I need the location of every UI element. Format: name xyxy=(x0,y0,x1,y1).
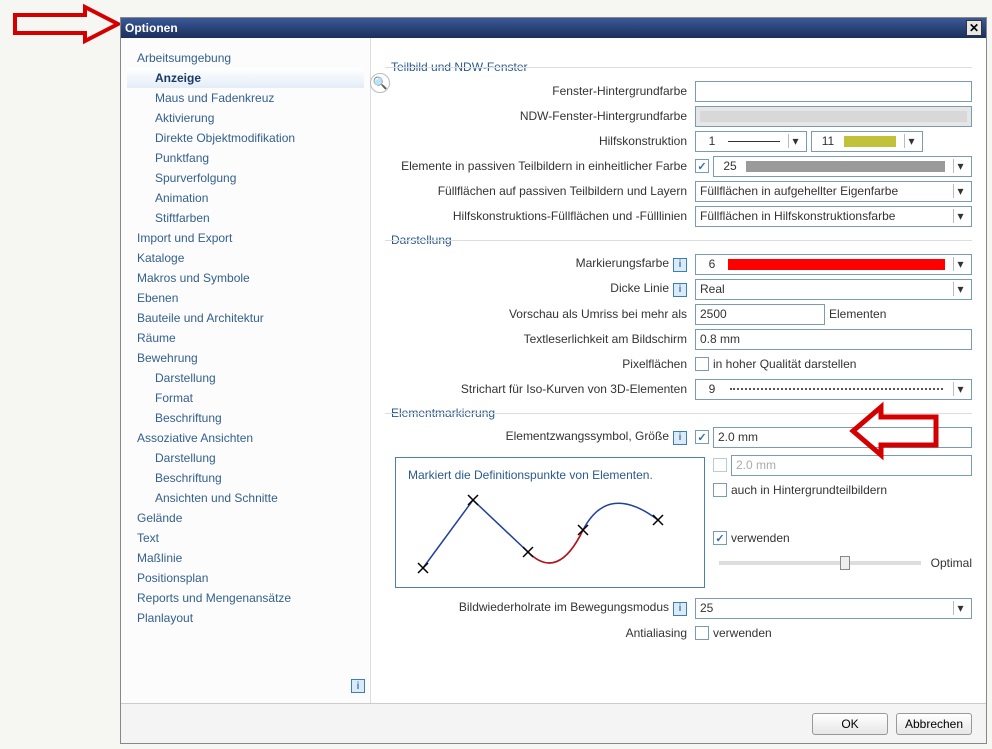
label-strichart: Strichart für Iso-Kurven von 3D-Elemente… xyxy=(395,382,695,396)
sidebar-item[interactable]: Maus und Fadenkreuz xyxy=(127,88,364,108)
sidebar-item[interactable]: Text xyxy=(127,528,364,548)
sidebar-item[interactable]: Gelände xyxy=(127,508,364,528)
ndw-bg-picker[interactable] xyxy=(695,106,972,127)
annotation-arrow-left xyxy=(10,10,120,53)
search-icon[interactable]: 🔍 xyxy=(370,73,390,93)
sidebar-item[interactable]: Direkte Objektmodifikation xyxy=(127,128,364,148)
label-ndw-bg: NDW-Fenster-Hintergrundfarbe xyxy=(395,109,695,123)
button-bar: OK Abbrechen xyxy=(121,703,986,743)
sidebar-item[interactable]: Spurverfolgung xyxy=(127,168,364,188)
sidebar-item[interactable]: Bewehrung xyxy=(127,348,364,368)
label-elementen: Elementen xyxy=(829,307,886,321)
group-teilbild: Teilbild und NDW-Fenster xyxy=(391,60,972,74)
fuell-passive-dropdown[interactable]: Füllflächen in aufgehellter Eigenfarbe▾ xyxy=(695,181,972,202)
label-hinter: auch in Hintergrundteilbildern xyxy=(731,483,887,497)
markierung-dropdown[interactable]: 6▾ xyxy=(695,254,972,275)
label-bildwieder: Bildwiederholrate im Bewegungsmodusi xyxy=(395,600,695,616)
label-ez: Elementzwangssymbol, Größei xyxy=(395,429,695,445)
label-fenster-bg: Fenster-Hintergrundfarbe xyxy=(395,84,695,98)
label-pixel-hq: in hoher Qualität darstellen xyxy=(713,357,856,371)
pixel-hq-checkbox[interactable] xyxy=(695,357,709,371)
info-icon[interactable]: i xyxy=(351,679,365,693)
sidebar-item[interactable]: Punktfang xyxy=(127,148,364,168)
label-hilfs: Hilfskonstruktion xyxy=(395,134,695,148)
close-button[interactable]: ✕ xyxy=(966,20,982,36)
sidebar-item[interactable]: Reports und Mengenansätze xyxy=(127,588,364,608)
info-icon[interactable]: i xyxy=(673,431,687,445)
label-vorschau: Vorschau als Umriss bei mehr als xyxy=(395,307,695,321)
sidebar-item[interactable]: Ansichten und Schnitte xyxy=(127,488,364,508)
dialog-title: Optionen xyxy=(125,21,178,35)
sidebar-item[interactable]: Beschriftung xyxy=(127,408,364,428)
textleser-input[interactable]: 0.8 mm xyxy=(695,329,972,350)
sidebar-item[interactable]: Format xyxy=(127,388,364,408)
titlebar: Optionen ✕ xyxy=(121,18,986,38)
sidebar-item[interactable]: Planlayout xyxy=(127,608,364,628)
annotation-arrow-right xyxy=(851,409,941,467)
strichart-dropdown[interactable]: 9▾ xyxy=(695,379,972,400)
quality-slider[interactable] xyxy=(719,561,921,565)
bildwieder-dropdown[interactable]: 25▾ xyxy=(695,598,972,619)
hilfs-fuell-dropdown[interactable]: Füllflächen in Hilfskonstruktionsfarbe▾ xyxy=(695,206,972,227)
label-markierung: Markierungsfarbei xyxy=(395,256,695,272)
hilfs-color-dropdown[interactable]: 11 ▾ xyxy=(811,131,923,152)
info-icon[interactable]: i xyxy=(673,283,687,297)
dicke-dropdown[interactable]: Real▾ xyxy=(695,279,972,300)
sidebar-item[interactable]: Import und Export xyxy=(127,228,364,248)
sidebar-item[interactable]: Maßlinie xyxy=(127,548,364,568)
tooltip-curve-icon xyxy=(408,490,688,576)
sidebar-item[interactable]: Ebenen xyxy=(127,288,364,308)
sidebar: ArbeitsumgebungAnzeigeMaus und Fadenkreu… xyxy=(121,38,371,703)
antialias-checkbox[interactable] xyxy=(695,626,709,640)
sidebar-item[interactable]: Anzeige xyxy=(127,68,364,88)
cancel-button[interactable]: Abbrechen xyxy=(896,713,972,735)
label-fuell-passive: Füllflächen auf passiven Teilbildern und… xyxy=(395,184,695,198)
label-aa-verwenden: verwenden xyxy=(713,626,772,640)
label-passive: Elemente in passiven Teilbildern in einh… xyxy=(395,159,695,173)
sidebar-item[interactable]: Räume xyxy=(127,328,364,348)
tooltip-box: Markiert die Definitionspunkte von Eleme… xyxy=(395,457,705,588)
sidebar-item[interactable]: Makros und Symbole xyxy=(127,268,364,288)
info-icon[interactable]: i xyxy=(673,602,687,616)
label-hilfs-fuell: Hilfskonstruktions-Füllflächen und -Füll… xyxy=(395,209,695,223)
hinter-checkbox[interactable] xyxy=(713,483,727,497)
vorschau-input[interactable]: 2500 xyxy=(695,304,825,325)
separator: 🔍 xyxy=(371,38,385,703)
passive-color-dropdown[interactable]: 25 ▾ xyxy=(713,156,972,177)
hilfs-line-dropdown[interactable]: 1 ▾ xyxy=(695,131,807,152)
sidebar-item[interactable]: Bauteile und Architektur xyxy=(127,308,364,328)
tooltip-text: Markiert die Definitionspunkte von Eleme… xyxy=(408,468,692,482)
sidebar-item[interactable]: Darstellung xyxy=(127,368,364,388)
info-icon[interactable]: i xyxy=(673,258,687,272)
sidebar-item[interactable]: Animation xyxy=(127,188,364,208)
label-verwenden: verwenden xyxy=(731,531,790,545)
sidebar-item[interactable]: Stiftfarben xyxy=(127,208,364,228)
group-darstellung: Darstellung xyxy=(391,233,972,247)
label-pixel: Pixelflächen xyxy=(395,357,695,371)
options-dialog: Optionen ✕ ArbeitsumgebungAnzeigeMaus un… xyxy=(120,17,987,744)
label-optimal: Optimal xyxy=(931,556,972,570)
sidebar-item[interactable]: Darstellung xyxy=(127,448,364,468)
ok-button[interactable]: OK xyxy=(812,713,888,735)
sidebar-item[interactable]: Assoziative Ansichten xyxy=(127,428,364,448)
label-textleser: Textleserlichkeit am Bildschirm xyxy=(395,332,695,346)
label-dicke: Dicke Liniei xyxy=(395,281,695,297)
verwenden-checkbox[interactable]: ✓ xyxy=(713,531,727,545)
ez2-checkbox[interactable] xyxy=(713,458,727,472)
passive-checkbox[interactable]: ✓ xyxy=(695,159,709,173)
sidebar-item[interactable]: Arbeitsumgebung xyxy=(127,48,364,68)
ez-checkbox[interactable]: ✓ xyxy=(695,430,709,444)
label-antialias: Antialiasing xyxy=(395,626,695,640)
fenster-bg-picker[interactable] xyxy=(695,81,972,102)
content-panel: Teilbild und NDW-Fenster Fenster-Hinterg… xyxy=(385,38,986,703)
sidebar-item[interactable]: Kataloge xyxy=(127,248,364,268)
sidebar-item[interactable]: Aktivierung xyxy=(127,108,364,128)
sidebar-item[interactable]: Beschriftung xyxy=(127,468,364,488)
sidebar-item[interactable]: Positionsplan xyxy=(127,568,364,588)
